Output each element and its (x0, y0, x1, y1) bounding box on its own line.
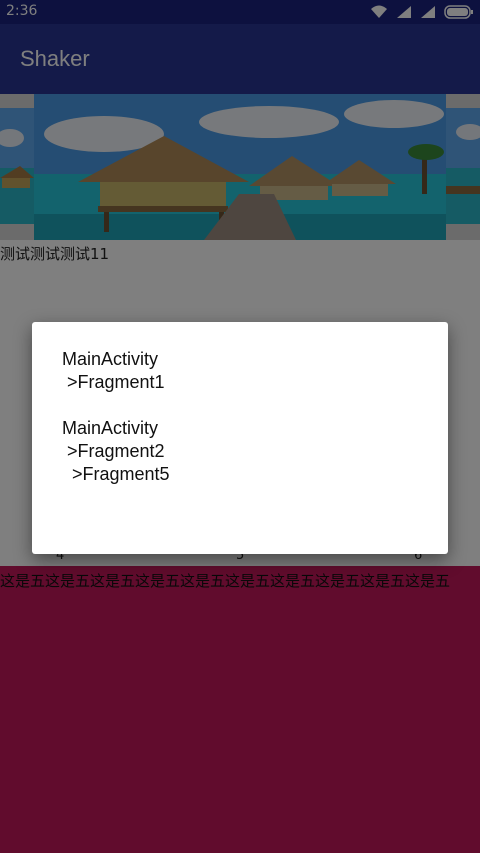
dialog-line: MainActivity (62, 349, 159, 369)
dialog-line: >Fragment5 (62, 464, 170, 484)
dialog-line: >Fragment1 (62, 372, 165, 392)
dialog-line: MainActivity (62, 418, 159, 438)
fragment-stack-dialog: MainActivity >Fragment1 MainActivity >Fr… (32, 322, 448, 554)
dialog-line: >Fragment2 (62, 441, 165, 461)
